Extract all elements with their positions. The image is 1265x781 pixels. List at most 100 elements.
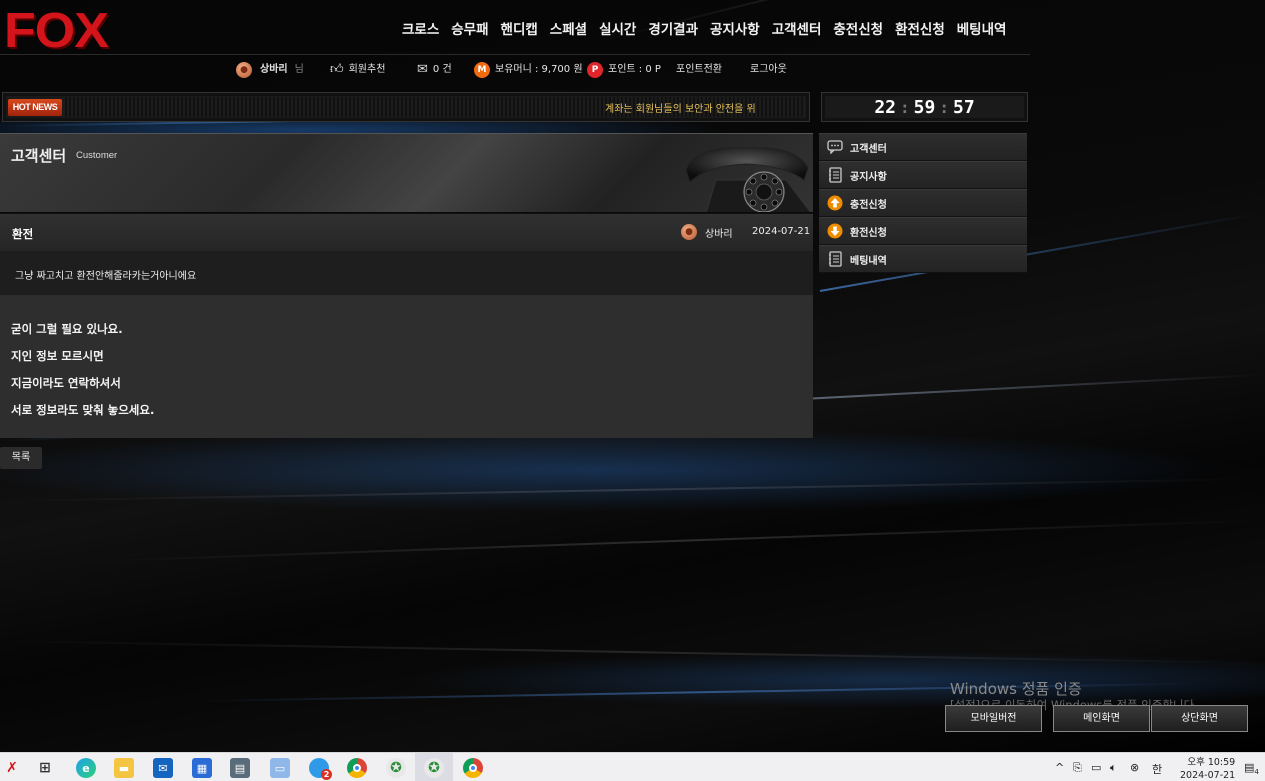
money-balance: 보유머니 : 9,700 원 bbox=[495, 64, 583, 75]
tray-time: 오후 10:59 bbox=[1187, 757, 1236, 768]
messenger-icon[interactable]: 2 bbox=[309, 758, 332, 780]
section-header: 고객센터 Customer bbox=[0, 133, 813, 212]
arrow-up-icon bbox=[827, 195, 843, 211]
header-divider bbox=[0, 54, 1030, 55]
tray-clock[interactable]: 오후 10:59 2024-07-21 bbox=[1180, 756, 1235, 781]
nav-cross[interactable]: 크로스 bbox=[396, 20, 445, 40]
clock-separator: : bbox=[900, 97, 910, 117]
edge-browser-icon[interactable]: e bbox=[76, 758, 96, 778]
nav-handicap[interactable]: 핸디캡 bbox=[495, 20, 544, 40]
sidemenu-bet-history[interactable]: 베팅내역 bbox=[819, 245, 1027, 273]
windows-taskbar: ✗ ⊞ e ▬ ✉ ▦ ▤ ▭ 2 ✪ ✪ ^ ⎘ ▭ 🔈︎ ⊗ 한 오후 10… bbox=[0, 752, 1265, 781]
money-icon: M bbox=[474, 62, 490, 78]
thumbs-up-icon: 👍︎ bbox=[330, 62, 344, 77]
recommend-label: 회원추천 bbox=[348, 64, 386, 75]
username: 상바리 bbox=[260, 64, 288, 75]
post-date: 2024-07-21 bbox=[752, 226, 811, 237]
volume-icon[interactable]: 🔈︎ bbox=[1110, 761, 1117, 775]
envelope-icon: ✉ bbox=[417, 62, 428, 77]
top-navigation: 크로스 승무패 핸디캡 스페셜 실시간 경기결과 공지사항 고객센터 충전신청 … bbox=[396, 20, 1012, 40]
clock-separator: : bbox=[939, 97, 949, 117]
points-balance: 포인트 : 0 P bbox=[608, 64, 661, 75]
sidemenu-withdraw[interactable]: 환전신청 bbox=[819, 217, 1027, 245]
honorific: 님 bbox=[294, 64, 304, 75]
chrome-icon-2[interactable] bbox=[463, 758, 483, 778]
chrome-icon[interactable] bbox=[347, 758, 367, 778]
sidemenu-label: 공지사항 bbox=[850, 171, 887, 183]
post-title-bar: 환전 ● 상바리 2024-07-21 bbox=[0, 213, 813, 251]
notes-app-icon[interactable]: ▭ bbox=[270, 758, 290, 778]
sidemenu-label: 충전신청 bbox=[850, 199, 887, 211]
calculator-icon[interactable]: ▤ bbox=[230, 758, 250, 778]
sidemenu-deposit[interactable]: 충전신청 bbox=[819, 189, 1027, 217]
nav-notice[interactable]: 공지사항 bbox=[704, 20, 766, 40]
arrow-down-icon bbox=[827, 223, 843, 239]
sidemenu-label: 고객센터 bbox=[850, 143, 887, 155]
ime-indicator[interactable]: 한 bbox=[1152, 761, 1162, 777]
post-title: 환전 bbox=[12, 227, 34, 241]
nav-customer-center[interactable]: 고객센터 bbox=[766, 20, 828, 40]
nav-results[interactable]: 경기결과 bbox=[642, 20, 704, 40]
main-screen-button[interactable]: 메인화면 bbox=[1053, 705, 1150, 732]
telephone-icon bbox=[685, 147, 811, 212]
message-count: 0 건 bbox=[432, 64, 452, 75]
reply-line: 굳이 그럴 필요 있나요. bbox=[11, 322, 123, 336]
nav-deposit[interactable]: 충전신청 bbox=[827, 20, 889, 40]
nav-withdraw[interactable]: 환전신청 bbox=[889, 20, 951, 40]
notification-count: 4 bbox=[1254, 768, 1259, 777]
news-ticker-bar: HOT NEWS 계좌는 회원님들의 보안과 안전을 위 bbox=[2, 92, 810, 122]
news-ticker-text[interactable]: 계좌는 회원님들의 보안과 안전을 위 bbox=[605, 100, 757, 115]
sidemenu-customer-center[interactable]: 고객센터 bbox=[819, 133, 1027, 161]
nav-win-draw-lose[interactable]: 승무패 bbox=[445, 20, 494, 40]
nav-special[interactable]: 스페셜 bbox=[544, 20, 593, 40]
store-app-icon[interactable]: ▦ bbox=[192, 758, 212, 778]
post-author: ● 상바리 bbox=[681, 224, 733, 240]
windows-activation-title: Windows 정품 인증 bbox=[950, 680, 1082, 698]
user-level-icon: ● bbox=[236, 62, 252, 78]
mail-icon[interactable]: ✉ bbox=[153, 758, 173, 778]
messages-link[interactable]: ✉ 0 건 bbox=[417, 60, 452, 80]
points-info: P 포인트 : 0 P bbox=[587, 60, 661, 80]
server-clock: 22 : 59 : 57 bbox=[821, 92, 1028, 122]
logout-link[interactable]: 로그아웃 bbox=[750, 60, 787, 80]
nav-live[interactable]: 실시간 bbox=[593, 20, 642, 40]
reply-line: 서로 정보라도 맞춰 놓으세요. bbox=[11, 403, 155, 417]
post-body: 그냥 짜고치고 환전안해줄라카는거아니에요 bbox=[0, 251, 813, 295]
chat-icon bbox=[827, 139, 843, 155]
reply-line: 지금이라도 연락하셔서 bbox=[11, 376, 121, 390]
task-view-icon[interactable]: ⊞ bbox=[35, 758, 55, 778]
scroll-top-button[interactable]: 상단화면 bbox=[1151, 705, 1248, 732]
sidemenu-label: 베팅내역 bbox=[850, 255, 887, 267]
money-info: M 보유머니 : 9,700 원 bbox=[474, 60, 583, 80]
site-logo[interactable]: FOX bbox=[4, 6, 109, 55]
hot-news-badge: HOT NEWS bbox=[8, 99, 62, 116]
points-icon: P bbox=[587, 62, 603, 78]
clock-hours: 22 bbox=[874, 96, 897, 118]
chevron-up-icon[interactable]: ^ bbox=[1055, 761, 1064, 774]
author-name: 상바리 bbox=[705, 228, 733, 240]
side-menu: 고객센터 공지사항 충전신청 환전신청 베팅내역 bbox=[819, 133, 1027, 273]
user-bar: ● 상바리 님 👍︎ 회원추천 ✉ 0 건 M 보유머니 : 9,700 원 P… bbox=[0, 60, 1030, 80]
game-app-icon[interactable]: ✪ bbox=[386, 758, 406, 778]
start-app-icon[interactable]: ✗ bbox=[2, 758, 22, 778]
author-level-icon: ● bbox=[681, 224, 697, 240]
clock-seconds: 57 bbox=[952, 96, 975, 118]
game-app-icon-active[interactable]: ✪ bbox=[424, 758, 444, 778]
section-title: 고객센터 bbox=[11, 147, 67, 165]
sidemenu-notice[interactable]: 공지사항 bbox=[819, 161, 1027, 189]
notebook-icon bbox=[827, 167, 843, 183]
file-explorer-icon[interactable]: ▬ bbox=[114, 758, 134, 778]
recommend-link[interactable]: 👍︎ 회원추천 bbox=[330, 60, 385, 80]
mobile-version-button[interactable]: 모바일버전 bbox=[945, 705, 1042, 732]
nav-bet-history[interactable]: 베팅내역 bbox=[951, 20, 1013, 40]
user-info: ● 상바리 님 bbox=[236, 60, 304, 80]
device-icon[interactable]: ⎘ bbox=[1073, 761, 1082, 775]
network-icon[interactable]: ▭ bbox=[1091, 761, 1101, 774]
sidemenu-label: 환전신청 bbox=[850, 227, 887, 239]
mic-off-icon[interactable]: ⊗ bbox=[1130, 761, 1139, 774]
point-exchange-link[interactable]: 포인트전환 bbox=[676, 60, 722, 80]
reply-line: 지인 정보 모르시면 bbox=[11, 349, 104, 363]
messenger-badge: 2 bbox=[321, 769, 332, 780]
notification-icon[interactable]: ▤4 bbox=[1244, 761, 1259, 776]
list-button[interactable]: 목록 bbox=[0, 447, 42, 469]
